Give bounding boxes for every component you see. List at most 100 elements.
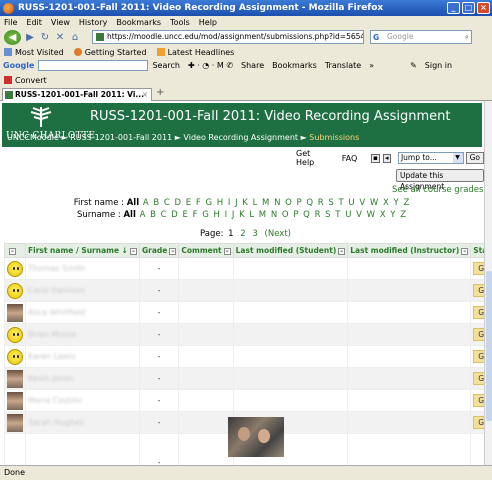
pager-next[interactable]: (Next) [265, 229, 291, 239]
bookmark-latest-headlines[interactable]: Latest Headlines [156, 48, 234, 57]
surname-letter-d[interactable]: D [171, 210, 178, 220]
surname-letter-j[interactable]: J [232, 210, 235, 220]
first-name-letter-q[interactable]: Q [306, 198, 313, 208]
surname-letter-p[interactable]: P [293, 210, 298, 220]
first-name-letter-c[interactable]: C [164, 198, 170, 208]
student-name-link[interactable]: Maria Castillo [28, 396, 82, 405]
first-name-letter-z[interactable]: Z [403, 198, 409, 208]
url-bar[interactable]: https://moodle.uncc.edu/mod/assignment/s… [92, 30, 364, 44]
surname-letter-e[interactable]: E [183, 210, 188, 220]
minimize-button[interactable]: _ [447, 2, 460, 14]
surname-letter-n[interactable]: N [271, 210, 277, 220]
gtool-more[interactable]: » [369, 61, 374, 70]
default-avatar-icon[interactable] [7, 326, 23, 343]
collapse-icon[interactable]: – [9, 247, 16, 255]
first-name-letter-m[interactable]: M [262, 198, 269, 208]
first-name-letter-g[interactable]: G [205, 198, 212, 208]
first-name-letter-u[interactable]: U [348, 198, 354, 208]
surname-letter-q[interactable]: Q [303, 210, 310, 220]
gtool-tools-icons[interactable]: ✚ · ◔ · M ✆ [188, 61, 233, 70]
surname-letter-u[interactable]: U [345, 210, 351, 220]
pager-page-2[interactable]: 2 [240, 229, 245, 239]
bookmark-most-visited[interactable]: Most Visited [4, 48, 64, 57]
student-name-link[interactable]: Thomas Smith [28, 264, 86, 273]
jump-to-select[interactable]: Jump to... ▼ [397, 152, 464, 164]
breadcrumb-assignment[interactable]: Video Recording Assignment [183, 133, 298, 142]
first-name-letter-d[interactable]: D [175, 198, 182, 208]
collapse-icon[interactable]: – [223, 247, 231, 255]
surname-all[interactable]: All [123, 210, 135, 220]
surname-letter-b[interactable]: B [150, 210, 156, 220]
surname-letter-v[interactable]: V [356, 210, 362, 220]
first-name-letter-n[interactable]: N [274, 198, 280, 208]
collapse-icon[interactable]: – [129, 247, 137, 255]
surname-letter-s[interactable]: S [325, 210, 330, 220]
first-name-letter-t[interactable]: T [339, 198, 344, 208]
tab-active[interactable]: RUSS-1201-001-Fall 2011: Vi... × [2, 88, 152, 101]
surname-letter-z[interactable]: Z [400, 210, 406, 220]
grade-button[interactable]: Grade [473, 394, 484, 407]
first-name-letter-o[interactable]: O [285, 198, 292, 208]
surname-letter-h[interactable]: H [214, 210, 220, 220]
surname-letter-x[interactable]: X [380, 210, 386, 220]
grade-button[interactable]: Grade [473, 416, 484, 429]
surname-letter-t[interactable]: T [335, 210, 340, 220]
student-name-link[interactable]: Karen Lewis [28, 352, 76, 361]
col-status[interactable]: Status– [470, 243, 484, 258]
student-name-link[interactable]: Alice Whitfield [28, 308, 85, 317]
reload-icon[interactable]: ↻ [39, 32, 51, 43]
first-name-letter-p[interactable]: P [297, 198, 302, 208]
collapse-icon[interactable]: – [338, 247, 346, 255]
first-name-letter-j[interactable]: J [235, 198, 238, 208]
home-icon[interactable]: ⌂ [69, 32, 81, 43]
back-button[interactable]: ◀ [4, 29, 21, 45]
first-name-letter-b[interactable]: B [153, 198, 159, 208]
col-name[interactable]: First name / Surname ↓ – [25, 243, 140, 258]
first-name-letter-f[interactable]: F [196, 198, 201, 208]
wrench-icon[interactable]: ✎ [410, 61, 417, 70]
col-student-modified[interactable]: Last modified (Student) – [232, 243, 349, 258]
collapse-icon[interactable]: – [169, 247, 177, 255]
breadcrumb-course[interactable]: RUSS-1201-001-Fall 2011 [70, 133, 172, 142]
forward-button[interactable]: ▶ [24, 32, 36, 43]
surname-letter-y[interactable]: Y [390, 210, 395, 220]
grade-button[interactable]: Grade [473, 306, 484, 319]
user-photo[interactable] [7, 303, 23, 322]
first-name-letter-x[interactable]: X [383, 198, 389, 208]
convert-button[interactable]: Convert [15, 76, 47, 85]
tab-close-icon[interactable]: × [142, 89, 148, 101]
surname-letter-g[interactable]: G [202, 210, 209, 220]
update-assignment-button[interactable]: Update this Assignment [396, 169, 484, 191]
google-toolbar-input[interactable] [38, 60, 149, 71]
surname-letter-r[interactable]: R [315, 210, 321, 220]
first-name-letter-y[interactable]: Y [394, 198, 399, 208]
surname-letter-a[interactable]: A [140, 210, 146, 220]
grade-button[interactable]: Grade [473, 372, 484, 385]
first-name-letter-e[interactable]: E [186, 198, 191, 208]
first-name-letter-w[interactable]: W [370, 198, 378, 208]
get-help-link[interactable]: Get Help [296, 149, 328, 167]
first-name-letter-r[interactable]: R [318, 198, 324, 208]
pager-page-3[interactable]: 3 [252, 229, 257, 239]
gtool-share[interactable]: Share [241, 61, 264, 70]
grade-button[interactable]: Grade [473, 328, 484, 341]
faq-link[interactable]: FAQ [342, 154, 358, 163]
first-name-all[interactable]: All [127, 198, 139, 208]
menu-tools[interactable]: Tools [170, 18, 190, 27]
go-button[interactable]: Go [465, 152, 484, 164]
gtool-translate[interactable]: Translate [325, 61, 361, 70]
default-avatar-icon[interactable] [7, 282, 23, 299]
user-photo[interactable] [7, 369, 23, 388]
magnifier-icon[interactable]: ⌕ [465, 31, 469, 43]
student-name-link[interactable]: Carol Harrison [28, 286, 85, 295]
grade-button[interactable]: Grade [473, 284, 484, 297]
col-grade[interactable]: Grade – [138, 243, 180, 258]
menu-view[interactable]: View [51, 18, 70, 27]
menu-bookmarks[interactable]: Bookmarks [116, 18, 161, 27]
menu-file[interactable]: File [4, 18, 17, 27]
close-button[interactable]: × [477, 2, 490, 14]
first-name-letter-s[interactable]: S [328, 198, 333, 208]
col-instructor-modified[interactable]: Last modified (Instructor) – [347, 243, 472, 258]
default-avatar-icon[interactable] [7, 260, 23, 277]
see-all-grades-link[interactable]: See all course grades [392, 185, 483, 195]
